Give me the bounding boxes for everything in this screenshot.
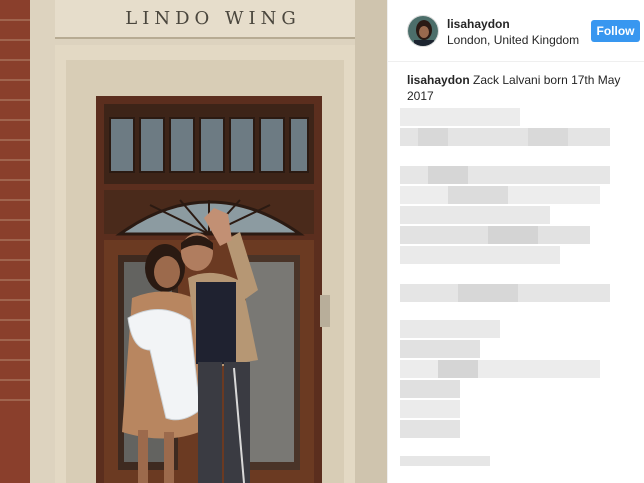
obscured-comments [388,100,644,483]
post-side-panel: lisahaydon London, United Kingdom Follow… [387,0,644,483]
caption-username[interactable]: lisahaydon [407,73,470,87]
post-username[interactable]: lisahaydon [447,17,510,31]
post-photo[interactable]: LINDO WING [0,0,387,483]
follow-button[interactable]: Follow [591,20,640,42]
avatar[interactable] [407,15,439,47]
post-location[interactable]: London, United Kingdom [447,33,579,47]
photo-image [0,0,387,483]
post-header: lisahaydon London, United Kingdom Follow [388,0,644,62]
avatar-image [408,16,438,46]
building-sign-text: LINDO WING [125,8,301,29]
